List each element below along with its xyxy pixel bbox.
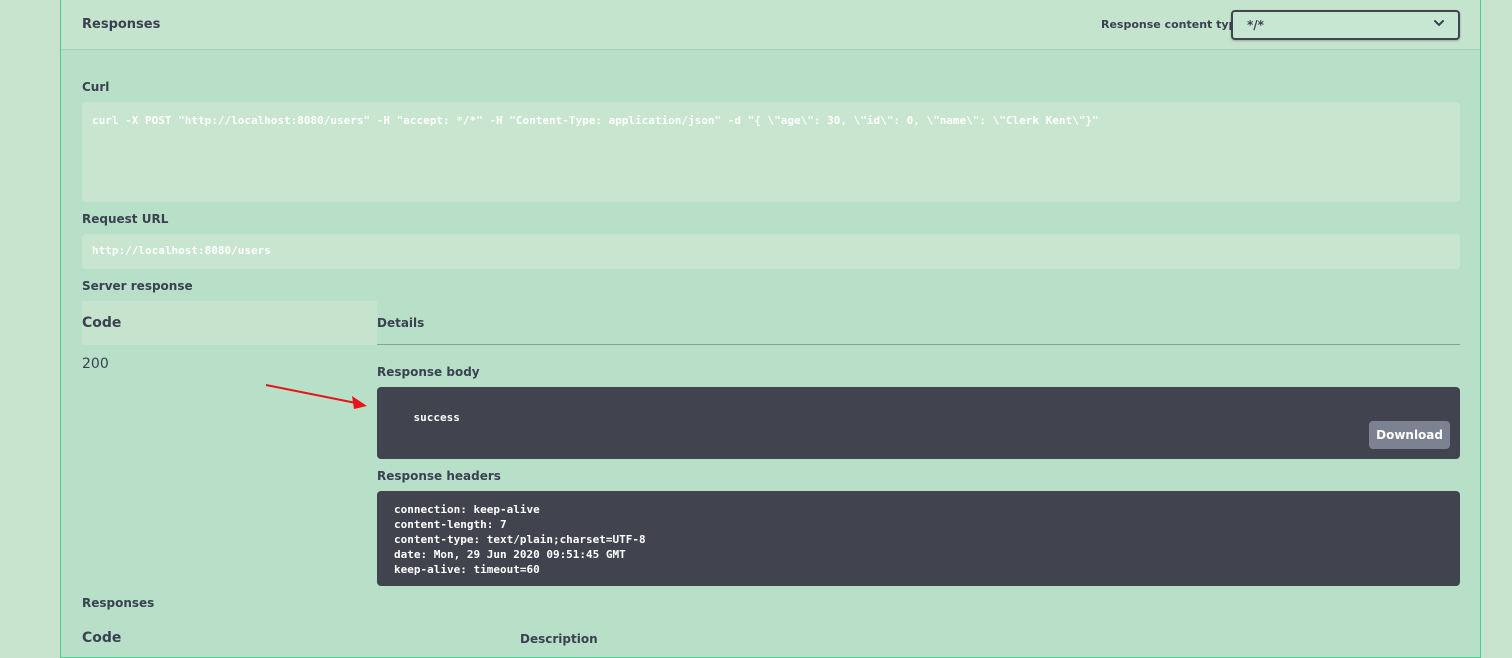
table-header-divider xyxy=(377,344,1460,345)
curl-command[interactable]: curl -X POST "http://localhost:8080/user… xyxy=(82,102,1460,202)
response-body-text: success xyxy=(413,411,460,424)
download-button[interactable]: Download xyxy=(1369,421,1450,449)
details-header-text: Details xyxy=(377,316,425,330)
responses-header: Responses Response content type */* xyxy=(61,0,1480,50)
operation-block: Responses Response content type */* Curl… xyxy=(60,0,1481,658)
responses-title: Responses xyxy=(82,17,161,32)
header-line: connection: keep-alive xyxy=(394,503,540,516)
response-code: 200 xyxy=(82,356,109,372)
response-body[interactable]: success Download xyxy=(377,387,1460,459)
request-url-value[interactable]: http://localhost:8080/users xyxy=(82,234,1460,269)
response-body-label: Response body xyxy=(377,365,480,379)
request-url-label: Request URL xyxy=(82,212,169,226)
responses-section-label: Responses xyxy=(82,596,155,610)
header-line: content-length: 7 xyxy=(394,518,507,531)
curl-label: Curl xyxy=(82,80,110,94)
response-headers-label: Response headers xyxy=(377,469,501,483)
header-line: date: Mon, 29 Jun 2020 09:51:45 GMT xyxy=(394,548,626,561)
response-headers[interactable]: connection: keep-alive content-length: 7 c… xyxy=(377,491,1460,586)
responses-code-header: Code xyxy=(82,630,122,646)
response-content-type-select[interactable]: */* xyxy=(1231,10,1460,40)
response-content-type-value: */* xyxy=(1247,18,1264,32)
server-response-label: Server response xyxy=(82,279,193,293)
code-column-header: Code xyxy=(82,301,377,345)
header-line: keep-alive: timeout=60 xyxy=(394,563,540,576)
code-header-text: Code xyxy=(82,315,122,331)
red-arrow-annotation xyxy=(265,384,367,409)
responses-description-header: Description xyxy=(520,632,598,646)
header-line: content-type: text/plain;charset=UTF-8 xyxy=(394,533,646,546)
chevron-down-icon xyxy=(1434,20,1444,27)
response-content-type-label: Response content type xyxy=(1101,18,1244,31)
